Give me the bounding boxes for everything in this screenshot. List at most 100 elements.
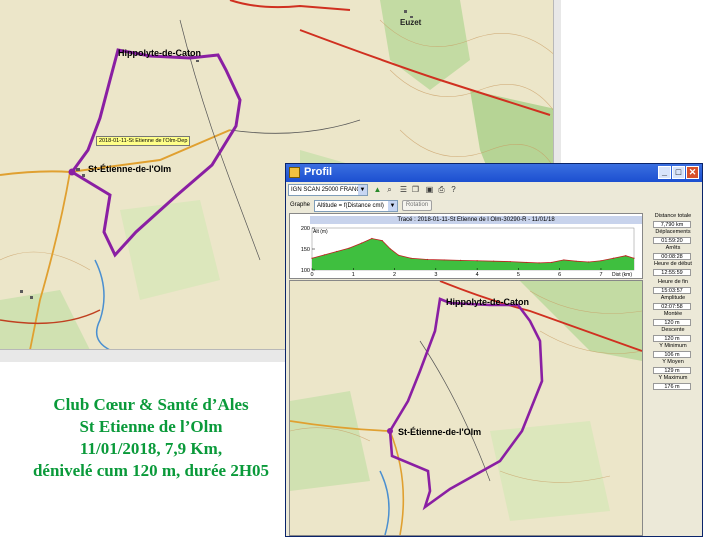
- print-icon[interactable]: ⎙: [436, 184, 447, 195]
- elevation-point: [460, 259, 462, 261]
- maximize-button[interactable]: □: [672, 166, 685, 179]
- distance-label: Distance totale: [654, 213, 692, 219]
- x-tick-label: 1: [352, 272, 355, 278]
- elevation-point: [360, 242, 363, 244]
- track-tooltip: 2018-01-11-St Etienne de l'Olm-Dep: [96, 136, 191, 146]
- window-titlebar[interactable]: Profil _ □ ✕: [286, 164, 702, 182]
- layers-icon[interactable]: ❐: [410, 184, 421, 195]
- x-tick-label: 3: [434, 272, 437, 278]
- caption-date-distance: 11/01/2018, 7,9 Km,: [79, 439, 223, 458]
- track-map-label-etienne: St-Étienne-de-l'Olm: [398, 427, 482, 437]
- app-icon: [289, 167, 300, 178]
- profile-chart: 100 150 200 0 1 2 3 4 5 6 7 Alt (m) Dist (km): [301, 226, 635, 278]
- amplitude-value: 02:07:58: [653, 303, 691, 310]
- heure-debut-value: 12:55:59: [653, 269, 691, 276]
- info-panel: Distance totale 7,790 km Déplacements 01…: [645, 213, 701, 395]
- y-tick-label: 100: [301, 268, 310, 274]
- amplitude-label: Amplitude: [660, 295, 686, 301]
- arrets-label: Arrêts: [665, 245, 681, 251]
- montee-label: Montée: [663, 311, 683, 317]
- elevation-point: [389, 248, 392, 250]
- distance-value: 7,790 km: [653, 221, 691, 228]
- x-tick-label: 7: [599, 272, 602, 278]
- export-icon[interactable]: ▣: [424, 184, 435, 195]
- ymax-label: Y Maximum: [658, 375, 688, 381]
- elevation-point: [563, 259, 565, 261]
- elevation-point: [633, 257, 635, 259]
- graph-type-value: Altitude = f(Distance cml): [317, 203, 384, 209]
- chevron-down-icon: ▼: [358, 185, 367, 195]
- deplacements-value: 01:59:20: [653, 237, 691, 244]
- map-label-hippolyte: Hippolyte-de-Caton: [118, 48, 201, 58]
- list-icon[interactable]: ☰: [398, 184, 409, 195]
- zoom-icon[interactable]: ⌕: [384, 184, 395, 195]
- caption-place: St Etienne de l’Olm: [79, 417, 223, 436]
- descente-value: 120 m: [653, 335, 691, 342]
- track-map[interactable]: Hippolyte-de-Caton St-Étienne-de-l'Olm: [289, 280, 643, 536]
- arrets-value: 00:08:28: [653, 253, 691, 260]
- elevation-point: [443, 259, 445, 261]
- x-axis-label: Dist (km): [612, 272, 632, 278]
- y-tick-label: 150: [301, 247, 310, 253]
- map-source-select[interactable]: IGN SCAN 25000 FRANCE ▼: [288, 184, 368, 196]
- elevation-point: [336, 250, 338, 253]
- caption-club: Club Cœur & Santé d’Ales: [53, 395, 249, 414]
- elevation-point: [371, 237, 373, 240]
- y-axis-label: Alt (m): [313, 229, 328, 235]
- close-button[interactable]: ✕: [686, 166, 699, 179]
- elevation-point: [323, 254, 325, 256]
- elevation-point: [625, 255, 627, 257]
- profile-icon[interactable]: ▲: [372, 184, 383, 195]
- profil-window[interactable]: Profil _ □ ✕ IGN SCAN 25000 FRANCE ▼ ▲ ⌕…: [285, 163, 703, 537]
- elevation-point: [538, 262, 540, 264]
- map-label-euzet: Euzet: [400, 18, 422, 27]
- elevation-point: [526, 261, 528, 264]
- elevation-point: [426, 258, 429, 261]
- heure-debut-label: Heure de début: [654, 261, 692, 267]
- elevation-point: [509, 261, 511, 263]
- elevation-point: [612, 257, 614, 259]
- deplacements-label: Déplacements: [655, 229, 691, 235]
- rotation-button[interactable]: Rotation: [402, 200, 432, 211]
- caption: Club Cœur & Santé d’Ales St Etienne de l…: [6, 394, 296, 482]
- descente-label: Descente: [661, 327, 685, 333]
- x-tick-label: 2: [393, 272, 396, 278]
- elevation-point: [311, 257, 313, 259]
- caption-elevation-duration: dénivelé cum 120 m, durée 2H05: [32, 461, 270, 480]
- elevation-point: [575, 260, 577, 262]
- heure-fin-value: 15:03:57: [653, 287, 691, 294]
- ymin-value: 106 m: [653, 351, 691, 358]
- elevation-point: [587, 261, 590, 263]
- window-title: Profil: [304, 166, 333, 178]
- graph-label: Graphe: [290, 202, 311, 208]
- heure-fin-label: Heure de fin: [658, 279, 688, 285]
- montee-value: 120 m: [653, 319, 691, 326]
- chevron-down-icon: ▼: [388, 201, 397, 211]
- elevation-point: [476, 260, 478, 262]
- help-icon[interactable]: ?: [448, 184, 459, 195]
- toolbar: IGN SCAN 25000 FRANCE ▼ ▲ ⌕ ☰ ❐ ▣ ⎙ ?: [288, 184, 700, 198]
- map-source-value: IGN SCAN 25000 FRANCE: [291, 187, 365, 193]
- track-map-drawing: [290, 281, 642, 535]
- graph-type-select[interactable]: Altitude = f(Distance cml) ▼: [314, 200, 398, 212]
- ymoy-value: 129 m: [653, 367, 691, 374]
- elevation-point: [493, 260, 495, 262]
- elevation-point: [410, 257, 412, 259]
- ymax-value: 176 m: [653, 383, 691, 390]
- elevation-profile[interactable]: Tracé : 2018-01-11-St Etienne de l Olm-3…: [289, 213, 643, 279]
- elevation-point: [550, 261, 553, 264]
- ymin-label: Y Minimum: [659, 343, 687, 349]
- x-tick-label: 4: [476, 272, 479, 278]
- graph-row: Graphe Altitude = f(Distance cml) ▼ Rota…: [288, 199, 648, 213]
- x-tick-label: 5: [517, 272, 520, 278]
- elevation-point: [381, 240, 383, 242]
- elevation-point: [398, 254, 400, 256]
- elevation-point: [600, 260, 602, 262]
- x-tick-label: 6: [558, 272, 561, 278]
- map-label-etienne: St-Étienne-de-l'Olm: [88, 164, 172, 174]
- ymoy-label: Y Moyen: [662, 359, 684, 365]
- elevation-point: [348, 247, 350, 249]
- x-tick-label: 0: [310, 272, 313, 278]
- minimize-button[interactable]: _: [658, 166, 671, 179]
- track-map-label-hippolyte: Hippolyte-de-Caton: [446, 297, 529, 307]
